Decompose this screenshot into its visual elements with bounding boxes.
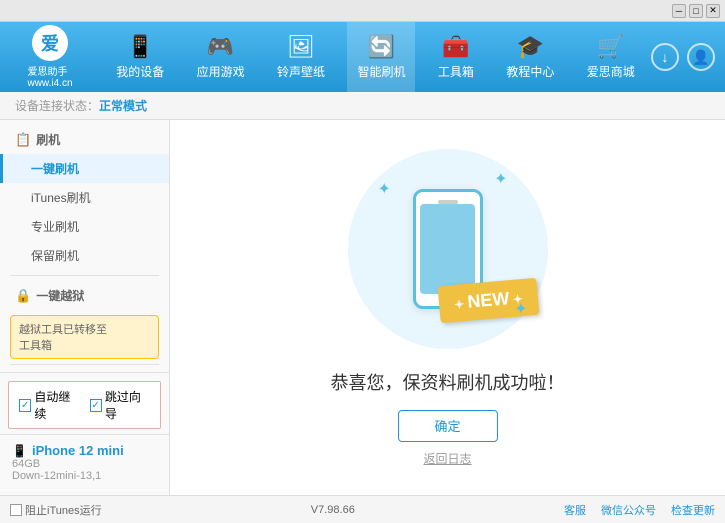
flash-section-icon: 📋 xyxy=(15,132,31,148)
sidebar-item-save-data-flash[interactable]: 保留刷机 xyxy=(0,241,169,270)
success-message: 恭喜您，保资料刷机成功啦！ xyxy=(331,369,565,395)
sidebar-footer: ✓ 自动继续 ✓ 跳过向导 📱 iPhone 12 mini 64GB Down… xyxy=(0,372,169,495)
wechat-public-link[interactable]: 微信公众号 xyxy=(601,502,656,518)
nav-item-store[interactable]: 🛒 爱思商城 xyxy=(577,22,645,92)
bottom-left: 阻止iTunes运行 xyxy=(10,502,102,518)
maximize-button[interactable]: □ xyxy=(689,4,703,18)
device-storage: 64GB xyxy=(12,458,157,470)
bottom-bar: 阻止iTunes运行 V7.98.66 客服 微信公众号 检查更新 xyxy=(0,495,725,523)
phone-speaker xyxy=(438,200,458,204)
main-layout: 📋 刷机 一键刷机 iTunes刷机 专业刷机 保留刷机 🔒 一键越狱 xyxy=(0,120,725,495)
status-value: 正常模式 xyxy=(99,97,147,114)
nav-item-apps[interactable]: 🎮 应用游戏 xyxy=(187,22,255,92)
sidebar-divider-2 xyxy=(10,364,159,365)
back-link[interactable]: 返回日志 xyxy=(423,450,471,467)
close-button[interactable]: ✕ xyxy=(706,4,720,18)
version-info: V7.98.66 xyxy=(311,504,355,516)
nav-right: ↓ 👤 xyxy=(651,43,725,71)
sidebar-item-itunes-flash[interactable]: iTunes刷机 xyxy=(0,183,169,212)
sidebar-item-pro-flash[interactable]: 专业刷机 xyxy=(0,212,169,241)
bottom-right: 客服 微信公众号 检查更新 xyxy=(564,502,715,518)
nav-label-tutorials: 教程中心 xyxy=(506,63,554,80)
checkbox-auto-next[interactable]: ✓ 自动继续 xyxy=(19,388,80,422)
wallpaper-icon: 🖼 xyxy=(287,34,315,60)
checkbox-skip-wizard-box[interactable]: ✓ xyxy=(90,399,102,412)
stop-itunes-checkbox[interactable]: 阻止iTunes运行 xyxy=(10,502,102,518)
nav-item-tutorials[interactable]: 🎓 教程中心 xyxy=(496,22,564,92)
logo-text: 爱思助手 www.i4.cn xyxy=(27,63,72,89)
jailbreak-warning: 越狱工具已转移至工具箱 xyxy=(10,315,159,359)
store-icon: 🛒 xyxy=(597,34,624,60)
profile-button[interactable]: 👤 xyxy=(687,43,715,71)
header: 爱 爱思助手 www.i4.cn 📱 我的设备 🎮 应用游戏 🖼 铃声壁纸 🔄 … xyxy=(0,22,725,92)
phone-circle: ✦ ✦ NEW ✦ xyxy=(348,149,548,349)
status-label: 设备连接状态： xyxy=(15,97,99,114)
device-icon: 📱 xyxy=(12,444,27,458)
sparkle-tr: ✦ xyxy=(494,169,507,189)
stop-itunes-label: 阻止iTunes运行 xyxy=(25,502,102,518)
checkbox-auto-next-label: 自动继续 xyxy=(34,388,79,422)
device-name: iPhone 12 mini xyxy=(32,443,124,458)
confirm-button[interactable]: 确定 xyxy=(398,410,498,442)
nav-label-wallpaper: 铃声壁纸 xyxy=(277,63,325,80)
sidebar-section-jailbreak: 🔒 一键越狱 xyxy=(0,281,169,310)
sidebar-scroll: 📋 刷机 一键刷机 iTunes刷机 专业刷机 保留刷机 🔒 一键越狱 xyxy=(0,120,169,372)
status-bar: 设备连接状态： 正常模式 xyxy=(0,92,725,120)
nav-item-my-device[interactable]: 📱 我的设备 xyxy=(106,22,174,92)
sidebar-divider-1 xyxy=(10,275,159,276)
checkbox-area: ✓ 自动继续 ✓ 跳过向导 xyxy=(8,381,161,429)
apps-icon: 🎮 xyxy=(207,34,234,60)
minimize-button[interactable]: ─ xyxy=(672,4,686,18)
checkbox-auto-next-box[interactable]: ✓ xyxy=(19,399,31,412)
bottom-center: V7.98.66 xyxy=(311,504,355,516)
nav-label-my-device: 我的设备 xyxy=(116,63,164,80)
nav-label-toolbox: 工具箱 xyxy=(438,63,474,80)
sidebar-item-one-click-flash[interactable]: 一键刷机 xyxy=(0,154,169,183)
smart-flash-icon: 🔄 xyxy=(368,34,395,60)
device-area: 📱 iPhone 12 mini 64GB Down-12mini-13,1 xyxy=(0,434,169,490)
sparkle-br: ✦ xyxy=(514,299,527,319)
nav-items: 📱 我的设备 🎮 应用游戏 🖼 铃声壁纸 🔄 智能刷机 🧰 工具箱 🎓 教程中心… xyxy=(100,22,651,92)
jailbreak-section-icon: 🔒 xyxy=(15,288,31,304)
nav-label-store: 爱思商城 xyxy=(587,63,635,80)
nav-item-wallpaper[interactable]: 🖼 铃声壁纸 xyxy=(267,22,335,92)
download-button[interactable]: ↓ xyxy=(651,43,679,71)
phone-illustration: ✦ ✦ NEW ✦ xyxy=(348,149,548,349)
customer-service-link[interactable]: 客服 xyxy=(564,502,586,518)
checkbox-skip-wizard[interactable]: ✓ 跳过向导 xyxy=(90,388,151,422)
tutorials-icon: 🎓 xyxy=(517,34,544,60)
sidebar: 📋 刷机 一键刷机 iTunes刷机 专业刷机 保留刷机 🔒 一键越狱 xyxy=(0,120,170,495)
logo-icon: 爱 xyxy=(32,25,68,61)
phone-screen xyxy=(420,204,475,294)
toolbox-icon: 🧰 xyxy=(442,34,469,60)
sparkle-tl: ✦ xyxy=(378,179,391,199)
sidebar-section-flash: 📋 刷机 xyxy=(0,125,169,154)
my-device-icon: 📱 xyxy=(127,34,154,60)
nav-item-smart-flash[interactable]: 🔄 智能刷机 xyxy=(347,22,415,92)
checkbox-skip-wizard-label: 跳过向导 xyxy=(105,388,150,422)
check-update-link[interactable]: 检查更新 xyxy=(671,502,715,518)
nav-item-toolbox[interactable]: 🧰 工具箱 xyxy=(428,22,484,92)
logo-area: 爱 爱思助手 www.i4.cn xyxy=(0,22,100,92)
title-bar: ─ □ ✕ xyxy=(0,0,725,22)
nav-label-apps: 应用游戏 xyxy=(197,63,245,80)
device-version: Down-12mini-13,1 xyxy=(12,470,157,482)
nav-label-smart-flash: 智能刷机 xyxy=(357,63,405,80)
content-area: ✦ ✦ NEW ✦ 恭喜您，保资料刷机成功啦！ 确定 返回日志 xyxy=(170,120,725,495)
